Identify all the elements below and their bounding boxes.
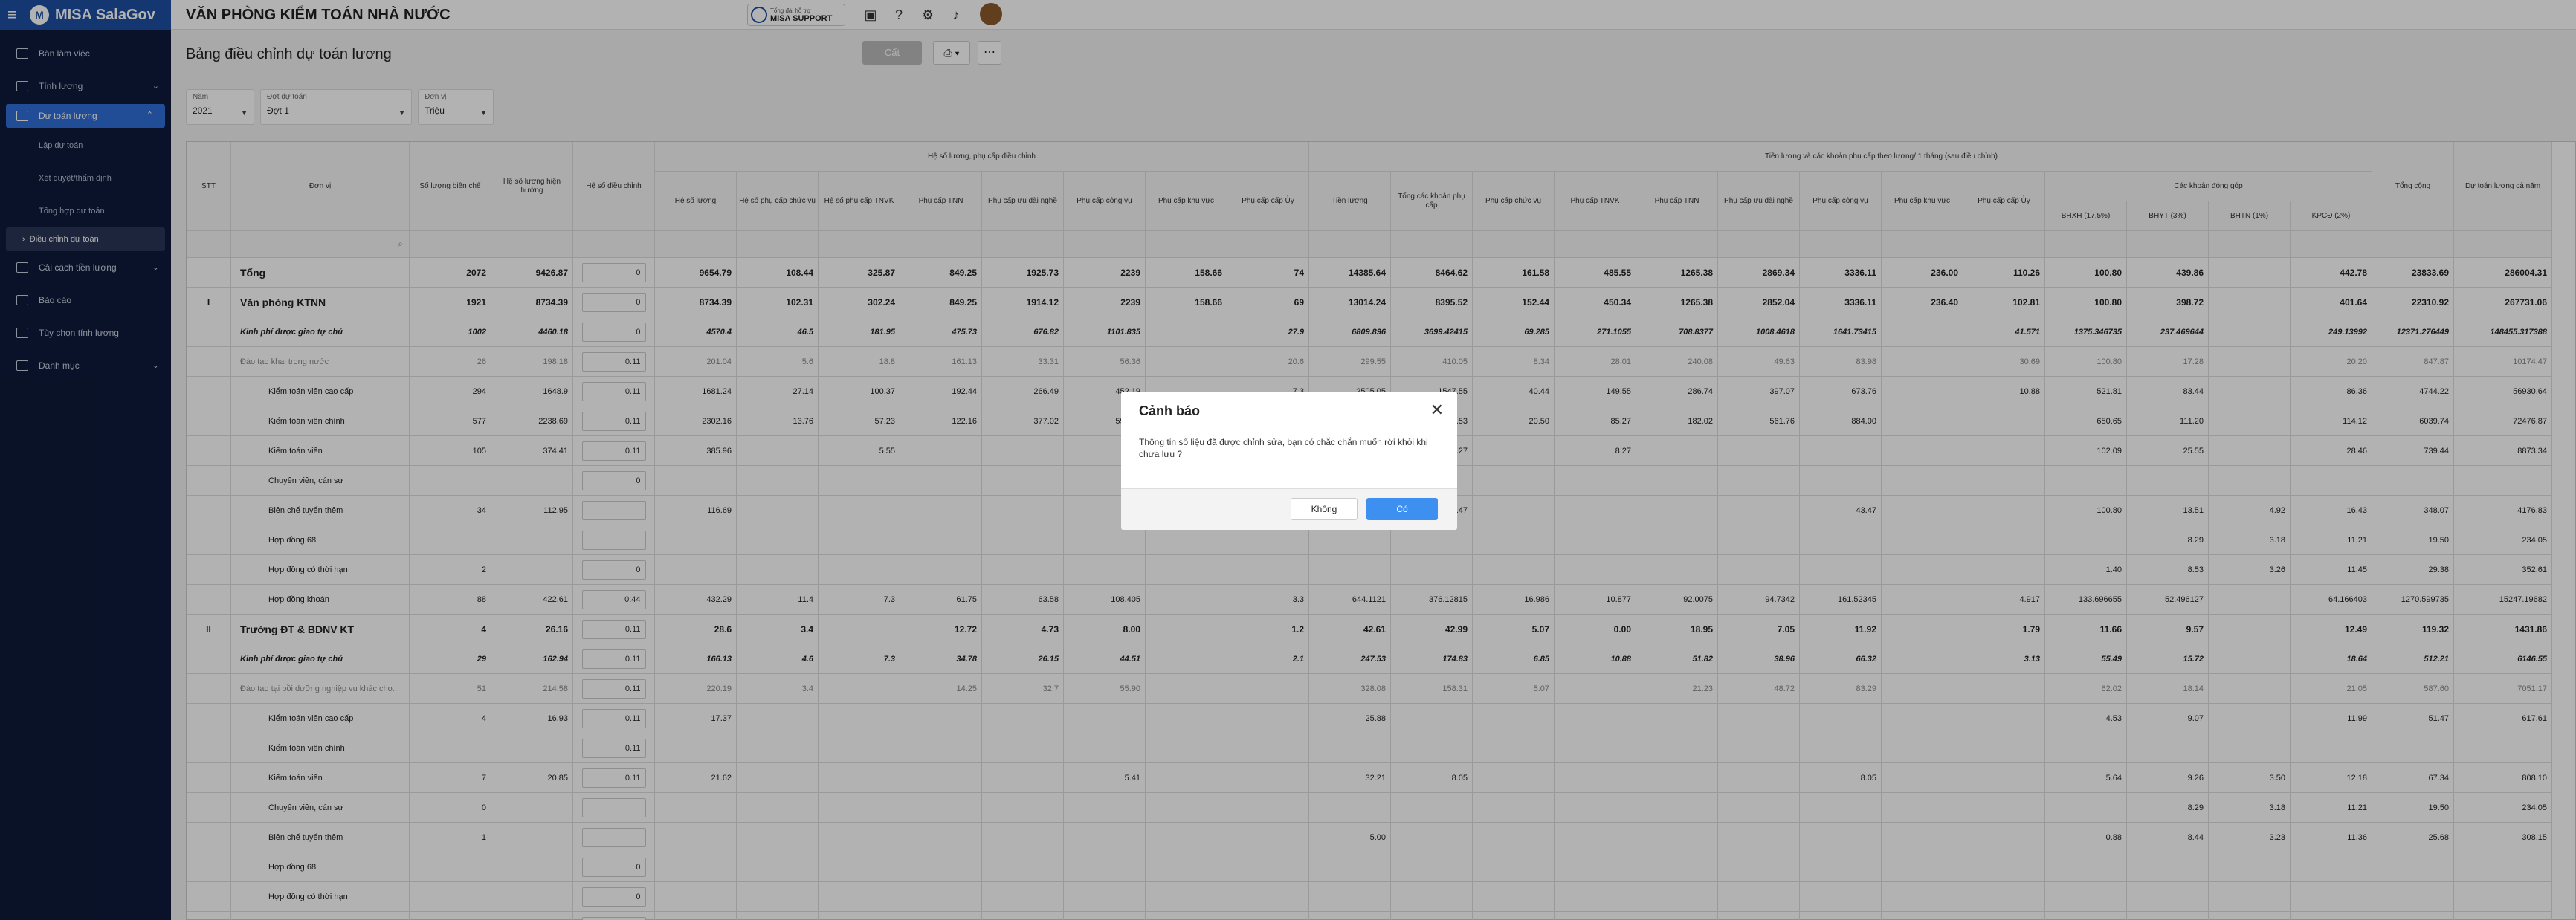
warning-dialog: Cảnh báo ✕ Thông tin số liệu đã được chỉ… [1121,392,1457,530]
dialog-footer: Không Có [1121,488,1457,530]
dialog-title: Cảnh báo [1139,404,1201,418]
yes-button[interactable]: Có [1366,498,1438,520]
close-icon[interactable]: ✕ [1430,401,1444,420]
no-button[interactable]: Không [1291,498,1358,520]
dialog-message: Thông tin số liệu đã được chỉnh sửa, bạn… [1139,437,1428,459]
app-root: ≡ M MISA SalaGov VĂN PHÒNG KIỂM TOÁN NHÀ… [0,0,2576,920]
